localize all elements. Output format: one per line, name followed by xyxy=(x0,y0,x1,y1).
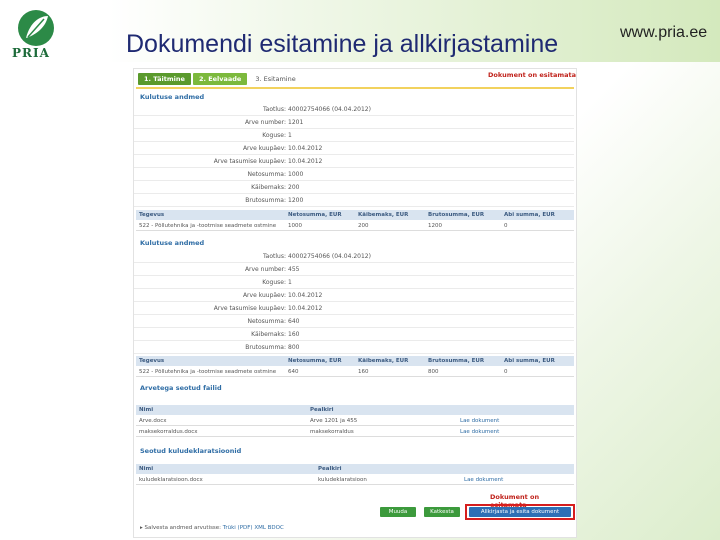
document-status-top: Dokument on esitamata xyxy=(488,71,576,79)
invoice-1-field: Taotlus: 40002754066 (04.04.2012) xyxy=(134,103,574,116)
download-link[interactable]: Lae dokument xyxy=(464,477,503,483)
back-button[interactable]: Muuda xyxy=(380,507,416,517)
download-link[interactable]: Lae dokument xyxy=(460,429,499,435)
export-arrow-icon: ▸ xyxy=(140,525,143,531)
invoice-2-table-header: Tegevus Netosumma, EUR Käibemaks, EUR Br… xyxy=(136,356,574,366)
invoice-1-table-header: Tegevus Netosumma, EUR Käibemaks, EUR Br… xyxy=(136,210,574,220)
screenshot-panel: 1. Täitmine 2. Eelvaade 3. Esitamine Dok… xyxy=(133,68,577,538)
step-preview[interactable]: 2. Eelvaade xyxy=(192,73,248,85)
declarations-header: Nimi Pealkiri xyxy=(136,464,574,474)
table-row: 522 - Põllutehnika ja -tootmise seadmete… xyxy=(136,221,574,231)
bdoc-link[interactable]: BDOC xyxy=(268,525,284,531)
invoice-1-section-title: Kulutuse andmed xyxy=(140,93,205,101)
invoice-2-field: Taotlus: 40002754066 (04.04.2012) xyxy=(134,250,574,263)
print-pdf-link[interactable]: Trüki (PDF) xyxy=(223,525,253,531)
footer-export: ▸ Salvesta andmed arvutisse: Trüki (PDF)… xyxy=(140,525,284,531)
invoice-2-field: Käibemaks: 160 xyxy=(134,328,574,341)
invoice-1-field: Brutosumma: 1200 xyxy=(134,194,574,207)
invoice-2-field: Arve kuupäev: 10.04.2012 xyxy=(134,289,574,302)
invoice-2-field: Koguse: 1 xyxy=(134,276,574,289)
wizard-steps: 1. Täitmine 2. Eelvaade 3. Esitamine xyxy=(138,73,304,85)
table-row: maksekorraldus.docx maksekorraldus Lae d… xyxy=(136,427,574,437)
invoice-2-field: Brutosumma: 800 xyxy=(134,341,574,354)
pria-logo-text: PRIA xyxy=(12,46,50,60)
step-fill[interactable]: 1. Täitmine xyxy=(138,73,191,85)
table-row: kuludeklaratsioon.docx kuludeklaratsioon… xyxy=(136,475,574,485)
table-row: Arve.docx Arve 1201 ja 455 Lae dokument xyxy=(136,416,574,426)
website-url: www.pria.ee xyxy=(620,24,708,41)
invoice-2-field: Arve number: 455 xyxy=(134,263,574,276)
table-row: 522 - Põllutehnika ja -tootmise seadmete… xyxy=(136,367,574,377)
cancel-button[interactable]: Katkesta xyxy=(424,507,460,517)
invoice-1-field: Arve number: 1201 xyxy=(134,116,574,129)
divider xyxy=(136,87,574,89)
download-link[interactable]: Lae dokument xyxy=(460,418,499,424)
invoice-1-field: Koguse: 1 xyxy=(134,129,574,142)
invoice-1-field: Arve kuupäev: 10.04.2012 xyxy=(134,142,574,155)
invoice-1-field: Käibemaks: 200 xyxy=(134,181,574,194)
declarations-title: Seotud kuludeklaratsioonid xyxy=(140,447,242,455)
invoice-2-field: Netosumma: 640 xyxy=(134,315,574,328)
invoice-2-section-title: Kulutuse andmed xyxy=(140,239,205,247)
step-submit[interactable]: 3. Esitamine xyxy=(249,73,302,85)
invoice-1-field: Arve tasumise kuupäev: 10.04.2012 xyxy=(134,155,574,168)
attached-files-title: Arvetega seotud failid xyxy=(140,384,222,392)
slide-title: Dokumendi esitamine ja allkirjastamine xyxy=(126,30,559,58)
invoice-2-field: Arve tasumise kuupäev: 10.04.2012 xyxy=(134,302,574,315)
xml-link[interactable]: XML xyxy=(254,525,266,531)
invoice-1-field: Netosumma: 1000 xyxy=(134,168,574,181)
attached-files-header: Nimi Pealkiri xyxy=(136,405,574,415)
sign-submit-button[interactable]: Allkirjasta ja esita dokument xyxy=(469,507,571,517)
